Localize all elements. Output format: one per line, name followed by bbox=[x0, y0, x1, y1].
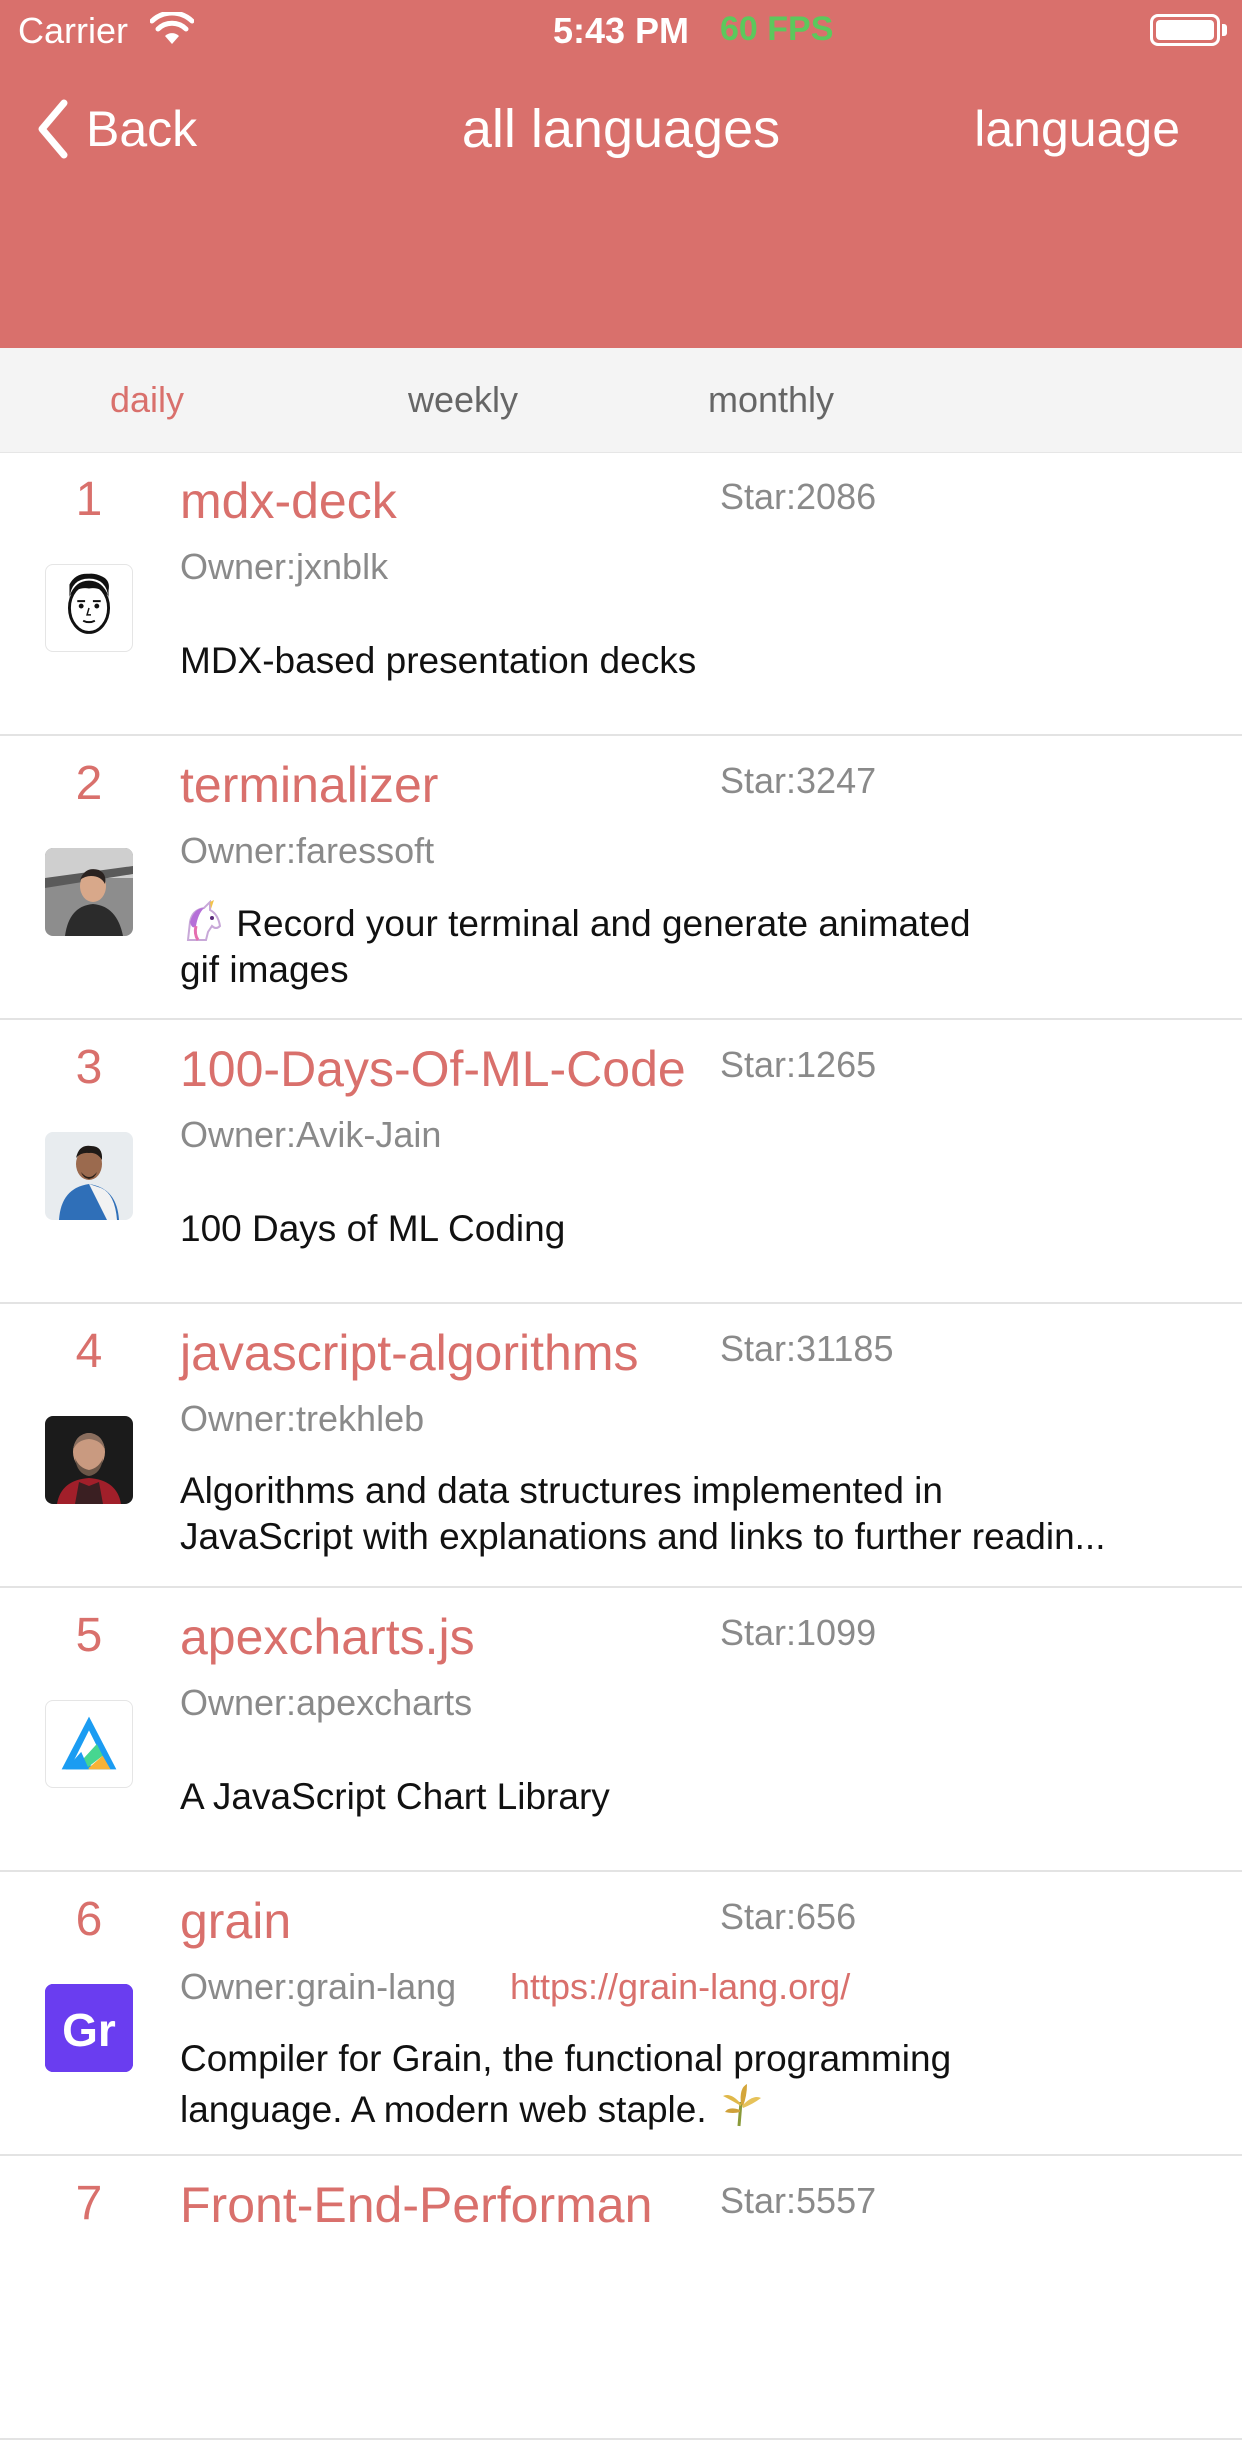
repo-name[interactable]: terminalizer bbox=[180, 756, 438, 814]
repo-description: Compiler for Grain, the functional progr… bbox=[180, 2036, 1210, 2133]
rank-number: 1 bbox=[75, 473, 103, 526]
description-line-1: Compiler for Grain, the functional progr… bbox=[180, 2038, 952, 2079]
tab-weekly[interactable]: weekly bbox=[408, 348, 518, 452]
star-count: Star:31185 bbox=[720, 1328, 894, 1369]
rank-number: 7 bbox=[75, 2177, 103, 2230]
rank-number: 5 bbox=[75, 1609, 103, 1662]
apexcharts-logo-avatar bbox=[45, 1700, 133, 1788]
repo-description: MDX-based presentation decks bbox=[180, 640, 697, 681]
description-line-1: Algorithms and data structures implement… bbox=[180, 1470, 943, 1511]
photo-avatar bbox=[45, 848, 133, 936]
list-item[interactable]: 5 apexcharts.js Star:1099 Owner:apexchar… bbox=[0, 1588, 1242, 1872]
owner-label: Owner:Avik-Jain bbox=[180, 1114, 442, 1155]
owner-label: Owner:apexcharts bbox=[180, 1682, 473, 1723]
list-item[interactable]: 1 mdx-deck Star:2086 Owner:jxnblk MDX-ba… bbox=[0, 452, 1242, 736]
period-tabs: daily weekly monthly bbox=[0, 348, 1242, 453]
status-bar: Carrier 5:43 PM 60 FPS bbox=[0, 0, 1242, 60]
star-count: Star:1265 bbox=[720, 1044, 877, 1085]
list-item[interactable]: 2 terminalizer Star:3247 Owner:faressoft bbox=[0, 736, 1242, 1020]
battery-icon bbox=[1150, 14, 1220, 46]
repo-description: 100 Days of ML Coding bbox=[180, 1208, 566, 1249]
fps-counter: 60 FPS bbox=[720, 10, 834, 48]
language-button[interactable]: language bbox=[974, 94, 1180, 164]
description-line-2: JavaScript with explanations and links t… bbox=[180, 1516, 1106, 1557]
list-item[interactable]: 4 javascript-algorithms Star:31185 Owner… bbox=[0, 1304, 1242, 1588]
grain-logo-avatar: Gr bbox=[45, 1984, 133, 2072]
owner-label: Owner:grain-lang bbox=[180, 1966, 457, 2007]
rank-number: 6 bbox=[75, 1893, 103, 1946]
repo-name[interactable]: javascript-algorithms bbox=[180, 1324, 638, 1382]
description-line-2: gif images bbox=[180, 949, 349, 990]
owner-label: Owner:faressoft bbox=[180, 830, 435, 871]
repo-description: Record your terminal and generate animat… bbox=[180, 900, 1210, 993]
repo-list: 1 mdx-deck Star:2086 Owner:jxnblk MDX-ba… bbox=[0, 452, 1242, 2440]
tab-monthly[interactable]: monthly bbox=[708, 348, 834, 452]
battery-tip bbox=[1222, 24, 1227, 36]
clock: 5:43 PM bbox=[552, 10, 690, 51]
navigation-header: Carrier 5:43 PM 60 FPS Back all language… bbox=[0, 0, 1242, 348]
repo-description: Algorithms and data structures implement… bbox=[180, 1468, 1210, 1560]
photo-avatar bbox=[45, 1416, 133, 1504]
repo-description: A JavaScript Chart Library bbox=[180, 1776, 610, 1817]
description-line-2: language. A modern web staple. bbox=[180, 2089, 707, 2130]
repo-name[interactable]: mdx-deck bbox=[180, 472, 397, 530]
list-item[interactable]: 3 100-Days-Of-ML-Code Star:1265 Owner:Av… bbox=[0, 1020, 1242, 1304]
description-line-1: Record your terminal and generate animat… bbox=[236, 903, 971, 944]
list-item[interactable]: 7 Front-End-Performan Star:5557 bbox=[0, 2156, 1242, 2440]
list-item[interactable]: 6 Gr grain Star:656 Owner:grain-lang htt… bbox=[0, 1872, 1242, 2156]
owner-label: Owner:jxnblk bbox=[180, 546, 389, 587]
cartoon-face-avatar bbox=[45, 564, 133, 652]
sheaf-of-rice-emoji-icon bbox=[722, 2084, 761, 2127]
rank-number: 3 bbox=[75, 1041, 103, 1094]
photo-avatar bbox=[45, 1132, 133, 1220]
rank-number: 4 bbox=[75, 1325, 103, 1378]
star-count: Star:656 bbox=[720, 1896, 857, 1937]
homepage-link[interactable]: https://grain-lang.org/ bbox=[510, 1966, 850, 2008]
svg-text:Gr: Gr bbox=[62, 2004, 116, 2056]
owner-label: Owner:trekhleb bbox=[180, 1398, 425, 1439]
repo-name[interactable]: Front-End-Performan bbox=[180, 2176, 652, 2234]
star-count: Star:2086 bbox=[720, 476, 877, 517]
star-count: Star:5557 bbox=[720, 2180, 877, 2221]
tab-daily[interactable]: daily bbox=[110, 348, 184, 452]
repo-name[interactable]: 100-Days-Of-ML-Code bbox=[180, 1040, 686, 1098]
repo-name[interactable]: grain bbox=[180, 1892, 291, 1950]
star-count: Star:3247 bbox=[720, 760, 877, 801]
rank-number: 2 bbox=[75, 757, 103, 810]
star-count: Star:1099 bbox=[720, 1612, 877, 1653]
unicorn-emoji-icon bbox=[186, 900, 222, 941]
repo-name[interactable]: apexcharts.js bbox=[180, 1608, 475, 1666]
